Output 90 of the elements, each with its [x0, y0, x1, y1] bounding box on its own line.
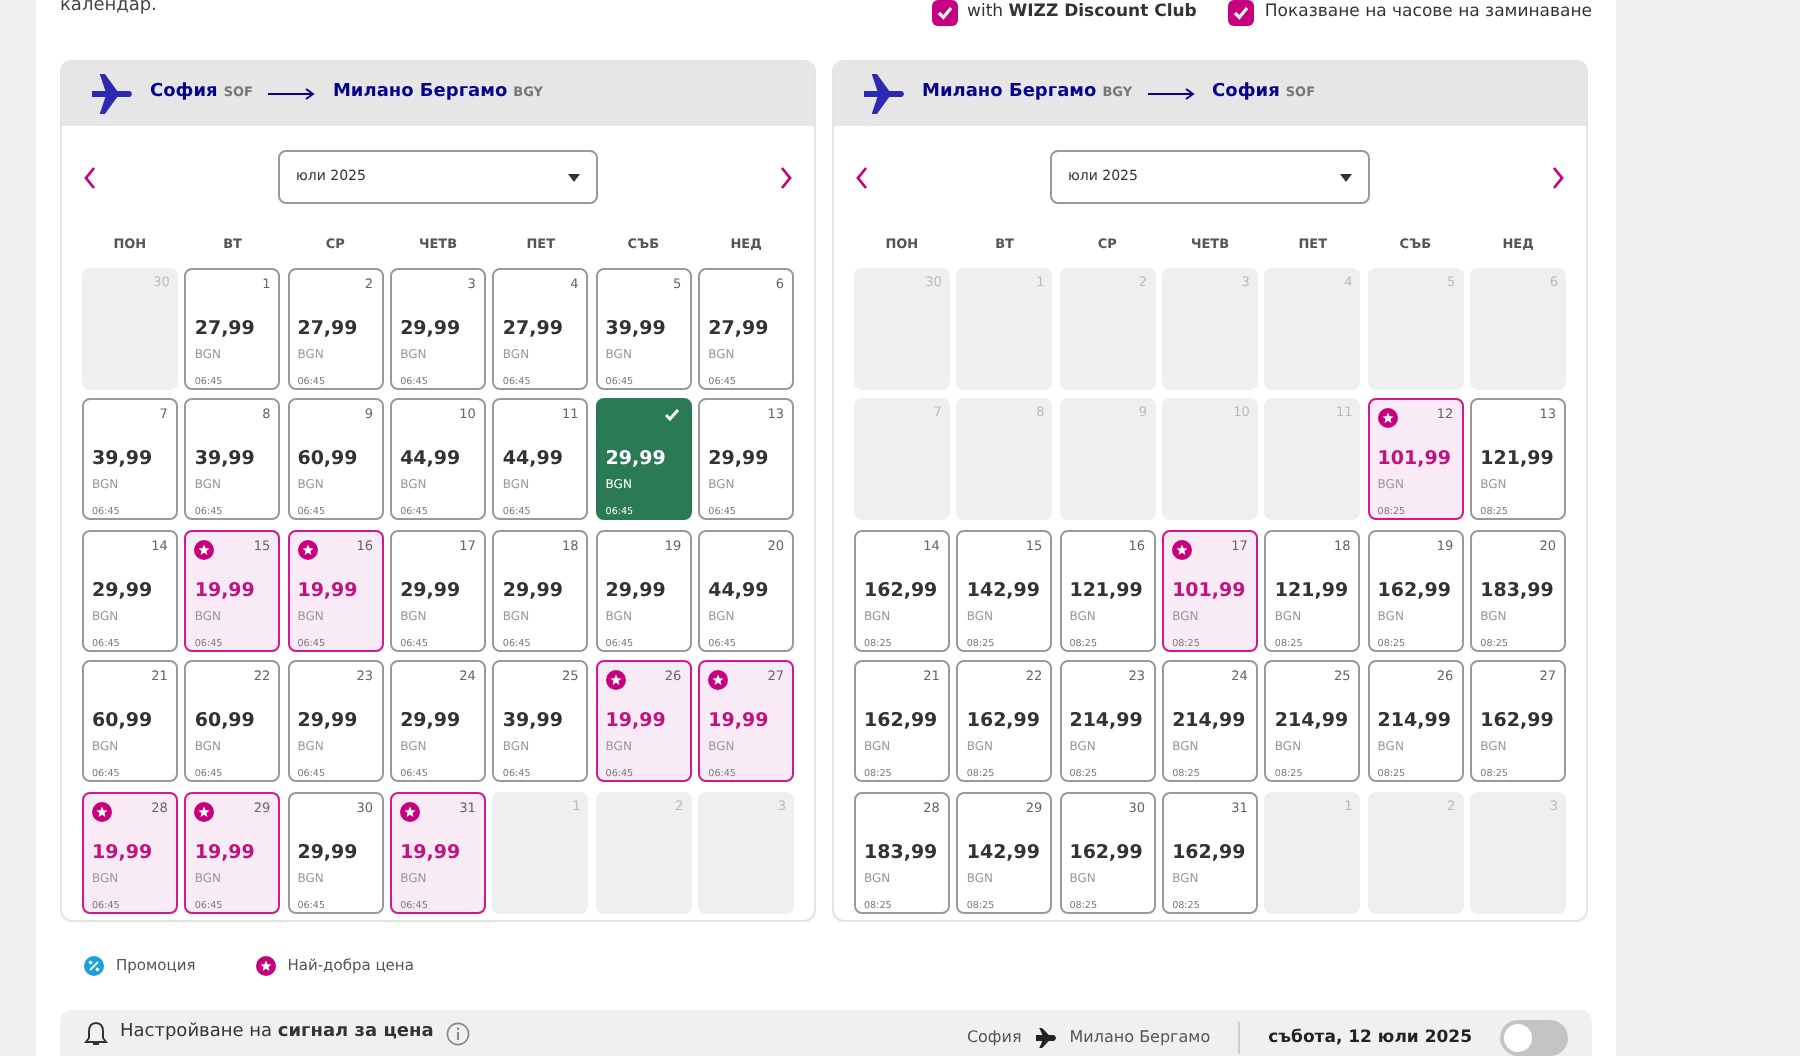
arrow-icon — [1148, 86, 1197, 102]
fare-price: 29,99 — [297, 710, 358, 733]
caret-icon — [568, 173, 580, 181]
plane-icon — [862, 72, 906, 116]
star-badge-icon — [92, 801, 112, 822]
fare-price: 60,99 — [297, 448, 358, 471]
price-alert-label: Настройване на сигнал за цена — [120, 1020, 434, 1046]
star-badge-icon — [194, 539, 215, 560]
fare-price: 162,99 — [864, 579, 938, 602]
fare-price: 29,99 — [297, 841, 358, 864]
destination-city: София — [1212, 80, 1280, 107]
percent-badge-icon — [84, 956, 104, 976]
chevron-right-icon[interactable] — [1550, 165, 1566, 189]
fare-price: 44,99 — [400, 448, 461, 471]
fare-price: 142,99 — [966, 579, 1041, 602]
star-badge-icon — [194, 801, 215, 822]
fare-price: 39,99 — [92, 448, 153, 471]
fare-price: 19,99 — [194, 841, 255, 864]
toggle-switch[interactable] — [1500, 1020, 1568, 1056]
fare-price: 162,99 — [966, 710, 1041, 733]
fare-price: 162,99 — [864, 710, 938, 733]
fare-price: 19,99 — [194, 579, 255, 602]
checkbox[interactable] — [1228, 0, 1255, 26]
star-badge-icon — [400, 801, 421, 822]
fare-price: 19,99 — [297, 579, 358, 602]
star-badge-icon — [297, 539, 318, 560]
origin-city: София — [150, 80, 218, 107]
flight-date: събота, 12 юли 2025 — [1268, 1025, 1472, 1051]
fare-price: 101,99 — [1377, 448, 1451, 471]
star-badge-icon — [1172, 539, 1193, 560]
checkbox[interactable] — [931, 0, 957, 26]
plane-icon — [1033, 1026, 1058, 1050]
fare-price: 27,99 — [194, 317, 255, 340]
fare-price: 162,99 — [1480, 710, 1554, 733]
option-label: with WIZZ Discount Club — [967, 0, 1197, 26]
origin-city: София — [966, 1026, 1022, 1050]
caret-icon — [1340, 173, 1352, 181]
fare-price: 183,99 — [1480, 579, 1554, 602]
option-label: Показване на часове на заминаване — [1264, 0, 1592, 26]
fare-price: 162,99 — [1377, 579, 1451, 602]
fare-price: 27,99 — [708, 317, 769, 340]
fare-price: 101,99 — [1172, 579, 1246, 602]
fare-price: 162,99 — [1172, 841, 1246, 864]
fare-price: 44,99 — [502, 448, 563, 471]
star-badge-icon — [1377, 408, 1398, 429]
fare-price: 60,99 — [194, 710, 255, 733]
fare-price: 29,99 — [605, 579, 666, 602]
fare-price: 214,99 — [1377, 710, 1451, 733]
bell-icon — [84, 1020, 108, 1047]
fare-price: 44,99 — [708, 579, 769, 602]
fare-price: 39,99 — [605, 317, 666, 340]
chevron-left-icon[interactable] — [854, 165, 870, 189]
star-badge-icon — [255, 956, 276, 976]
fare-price: 214,99 — [1274, 710, 1349, 733]
fare-price: 19,99 — [708, 710, 769, 733]
fare-price: 121,99 — [1274, 579, 1349, 602]
fare-price: 19,99 — [92, 841, 153, 864]
fare-price: 121,99 — [1069, 579, 1143, 602]
chevron-right-icon[interactable] — [778, 165, 794, 189]
origin-city: Милано Бергамо — [922, 80, 1097, 107]
fare-price: 39,99 — [194, 448, 255, 471]
fare-price: 60,99 — [92, 710, 153, 733]
fare-price: 27,99 — [297, 317, 358, 340]
intro-text: календар. — [60, 0, 157, 20]
fare-price: 29,99 — [92, 579, 153, 602]
fare-price: 29,99 — [502, 579, 563, 602]
fare-price: 29,99 — [400, 710, 461, 733]
destination-city: Милано Бергамо — [1069, 1026, 1211, 1050]
fare-price: 19,99 — [605, 710, 666, 733]
destination-city: Милано Бергамо — [332, 80, 508, 107]
star-badge-icon — [605, 670, 626, 691]
info-icon[interactable] — [445, 1021, 470, 1046]
fare-price: 142,99 — [966, 841, 1041, 864]
fare-price: 214,99 — [1172, 710, 1246, 733]
fare-price: 162,99 — [1069, 841, 1143, 864]
fare-price: 214,99 — [1069, 710, 1143, 733]
fare-price: 183,99 — [864, 841, 938, 864]
fare-price: 29,99 — [605, 448, 666, 471]
check-icon — [663, 408, 680, 423]
fare-price: 19,99 — [400, 841, 461, 864]
fare-price: 29,99 — [400, 317, 461, 340]
plane-icon — [90, 72, 134, 116]
fare-price: 29,99 — [708, 448, 769, 471]
star-badge-icon — [708, 670, 729, 691]
fare-price: 27,99 — [502, 317, 563, 340]
arrow-icon — [268, 86, 317, 102]
chevron-left-icon[interactable] — [82, 165, 98, 189]
fare-price: 39,99 — [502, 710, 563, 733]
fare-price: 121,99 — [1480, 448, 1554, 471]
fare-price: 29,99 — [400, 579, 461, 602]
